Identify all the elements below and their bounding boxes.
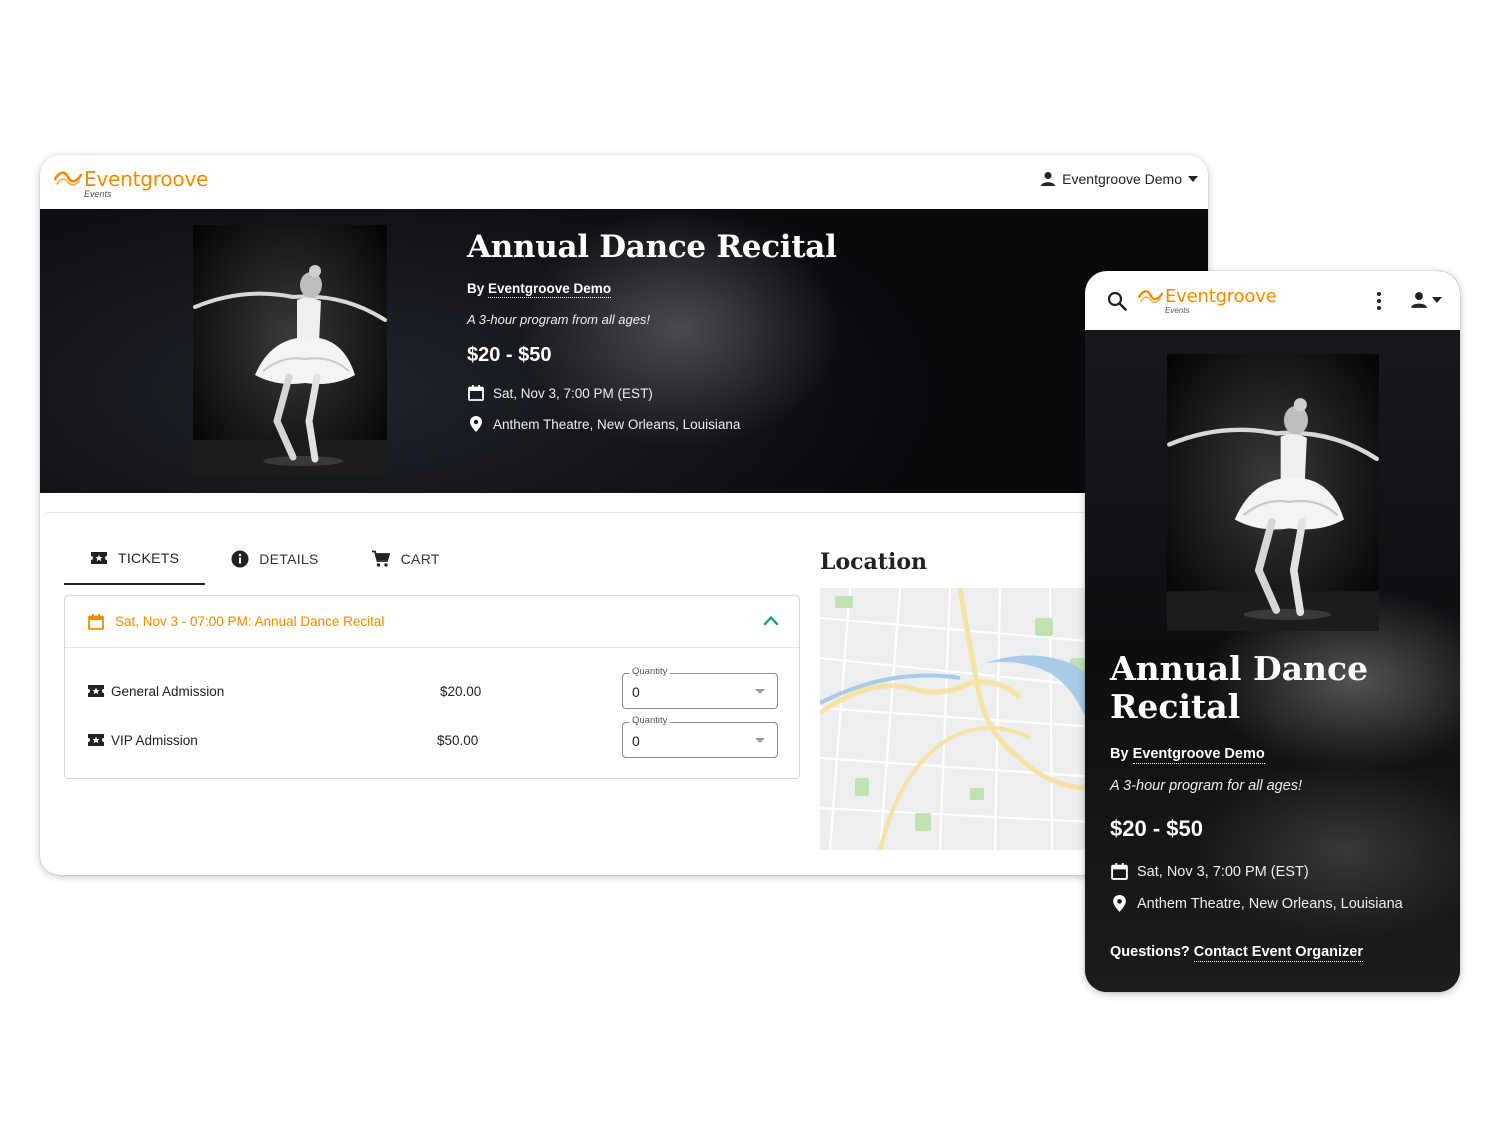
ticket-row: General Admission $20.00 Quantity 0 xyxy=(87,666,779,709)
event-price-range: $20 - $50 xyxy=(467,344,552,366)
caret-down-icon xyxy=(755,738,765,743)
map-image xyxy=(820,588,1110,850)
calendar-icon xyxy=(88,613,104,630)
ticket-icon xyxy=(88,685,104,697)
contact-organizer-link[interactable]: Contact Event Organizer xyxy=(1193,944,1363,962)
mobile-header: Eventgroove Events xyxy=(1085,271,1460,330)
event-date: Sat, Nov 3, 7:00 PM (EST) xyxy=(467,384,653,402)
person-icon xyxy=(1041,172,1056,186)
quantity-value: 0 xyxy=(632,684,640,700)
ticket-price: $20.00 xyxy=(440,683,482,699)
map-pin-icon xyxy=(1113,895,1126,912)
by-prefix: By xyxy=(467,281,485,296)
organizer-link[interactable]: Eventgroove Demo xyxy=(1132,746,1265,764)
ticket-price: $50.00 xyxy=(437,732,479,748)
brand-sub: Events xyxy=(1165,306,1190,315)
location-title: Location xyxy=(820,549,927,575)
event-content-card: TICKETS DETAILS CART Sat, Nov 3 - 07:00 … xyxy=(43,512,1203,872)
tab-cart[interactable]: CART xyxy=(345,533,466,585)
brand-sub: Events xyxy=(84,189,112,199)
quantity-value: 0 xyxy=(632,733,640,749)
contact-line: Questions? Contact Event Organizer xyxy=(1110,944,1363,962)
event-tagline: A 3-hour program for all ages! xyxy=(1110,778,1303,794)
caret-down-icon xyxy=(755,689,765,694)
tab-details-label: DETAILS xyxy=(259,551,319,567)
tab-tickets[interactable]: TICKETS xyxy=(64,533,206,585)
event-tabs: TICKETS DETAILS CART xyxy=(64,533,466,585)
session-accordion: Sat, Nov 3 - 07:00 PM: Annual Dance Reci… xyxy=(64,595,800,779)
event-image xyxy=(1167,354,1379,631)
event-organizer-line: By Eventgroove Demo xyxy=(1110,746,1265,764)
ticket-icon xyxy=(88,734,104,746)
ticket-row: VIP Admission $50.00 Quantity 0 xyxy=(87,715,779,758)
tab-details[interactable]: DETAILS xyxy=(205,533,344,585)
person-icon xyxy=(1411,292,1427,308)
session-label: Sat, Nov 3 - 07:00 PM: Annual Dance Reci… xyxy=(115,614,385,629)
brand-name: Eventgroove xyxy=(84,167,209,191)
quantity-label: Quantity xyxy=(629,666,671,677)
by-prefix: By xyxy=(1110,746,1129,762)
organizer-link[interactable]: Eventgroove Demo xyxy=(488,281,612,298)
questions-prefix: Questions? xyxy=(1110,944,1190,960)
brand-logo[interactable]: Eventgroove Events xyxy=(1138,288,1277,315)
ticket-icon xyxy=(91,552,107,564)
user-menu[interactable] xyxy=(1410,291,1442,309)
mobile-window: Eventgroove Events Annual Dance Recital … xyxy=(1085,271,1460,992)
brand-name: Eventgroove xyxy=(1165,286,1277,307)
event-venue-text: Anthem Theatre, New Orleans, Louisiana xyxy=(1137,895,1403,912)
event-organizer-line: By Eventgroove Demo xyxy=(467,281,612,298)
event-date: Sat, Nov 3, 7:00 PM (EST) xyxy=(1110,862,1309,881)
cart-icon xyxy=(371,550,390,567)
event-title: Annual Dance Recital xyxy=(1110,649,1369,726)
event-image xyxy=(193,225,387,476)
location-map[interactable] xyxy=(820,588,1110,850)
desktop-header: Eventgroove Events Eventgroove Demo xyxy=(40,155,1208,209)
session-accordion-header[interactable]: Sat, Nov 3 - 07:00 PM: Annual Dance Reci… xyxy=(65,596,799,648)
event-venue: Anthem Theatre, New Orleans, Louisiana xyxy=(1110,894,1403,913)
info-icon xyxy=(231,550,249,568)
tab-cart-label: CART xyxy=(400,551,440,567)
brand-logo[interactable]: Eventgroove Events xyxy=(54,169,208,199)
desktop-window: Eventgroove Events Eventgroove Demo Annu… xyxy=(40,155,1208,875)
quantity-select[interactable]: Quantity 0 xyxy=(622,666,778,709)
ballerina-image xyxy=(1167,354,1379,631)
event-date-text: Sat, Nov 3, 7:00 PM (EST) xyxy=(493,385,653,401)
user-menu[interactable]: Eventgroove Demo xyxy=(1040,171,1198,187)
event-hero: Annual Dance Recital By Eventgroove Demo… xyxy=(40,209,1208,493)
tab-tickets-label: TICKETS xyxy=(118,550,180,566)
caret-down-icon xyxy=(1432,297,1442,303)
calendar-icon xyxy=(468,385,484,401)
quantity-select[interactable]: Quantity 0 xyxy=(622,715,778,758)
caret-down-icon xyxy=(1188,176,1198,182)
event-date-text: Sat, Nov 3, 7:00 PM (EST) xyxy=(1137,863,1309,880)
event-hero: Annual Dance Recital By Eventgroove Demo… xyxy=(1085,330,1460,992)
event-title: Annual Dance Recital xyxy=(467,229,837,265)
map-pin-icon xyxy=(470,416,482,432)
ballerina-image xyxy=(193,225,387,476)
event-venue-text: Anthem Theatre, New Orleans, Louisiana xyxy=(493,416,741,432)
more-vert-icon[interactable] xyxy=(1375,291,1383,311)
event-price-range: $20 - $50 xyxy=(1110,816,1203,841)
event-tagline: A 3-hour program from all ages! xyxy=(467,312,651,327)
swoosh-logo-icon xyxy=(54,171,82,186)
swoosh-logo-icon xyxy=(1138,290,1163,303)
chevron-up-icon[interactable] xyxy=(763,614,779,626)
user-menu-label: Eventgroove Demo xyxy=(1062,171,1182,187)
calendar-icon xyxy=(1111,863,1128,880)
quantity-label: Quantity xyxy=(629,715,671,726)
ticket-name: General Admission xyxy=(111,683,225,699)
event-venue: Anthem Theatre, New Orleans, Louisiana xyxy=(467,415,740,433)
search-icon[interactable] xyxy=(1107,291,1127,311)
ticket-name: VIP Admission xyxy=(111,732,198,748)
